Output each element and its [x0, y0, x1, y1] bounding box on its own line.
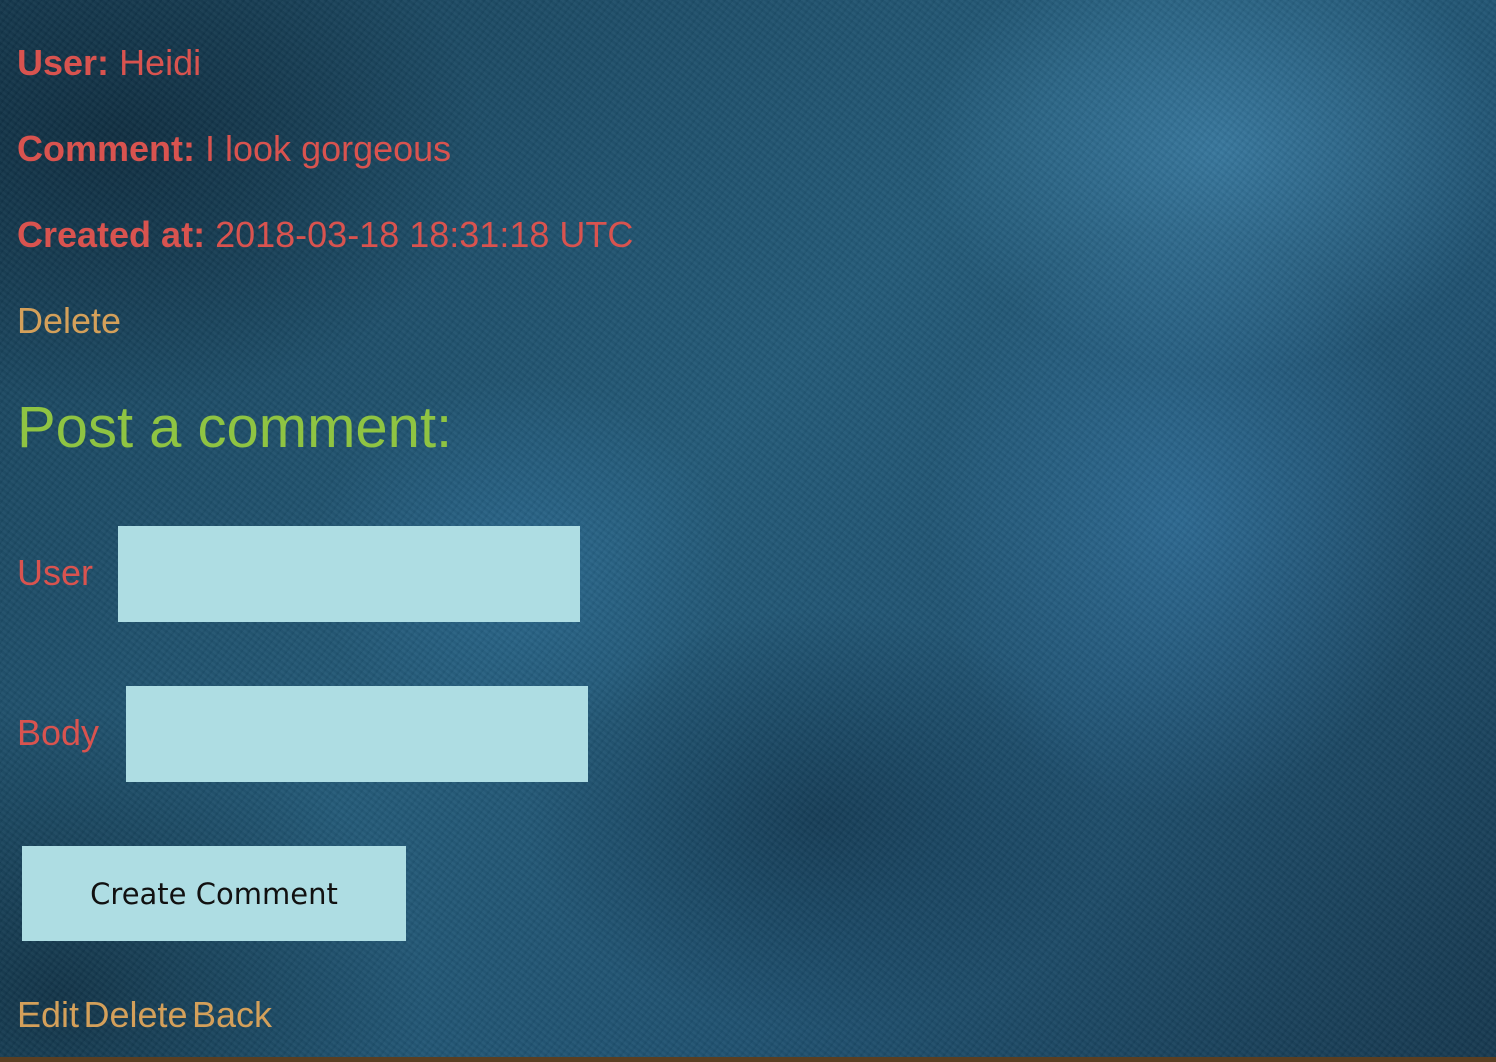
bottom-border [0, 1057, 1496, 1062]
delete-link[interactable]: Delete [84, 994, 188, 1035]
comment-user-line: User: Heidi [17, 42, 201, 84]
comment-body-label: Comment: [17, 128, 195, 169]
comment-body-line: Comment: I look gorgeous [17, 128, 451, 170]
body-input[interactable] [126, 686, 588, 782]
edit-link[interactable]: Edit [17, 994, 79, 1035]
post-comment-heading: Post a comment: [17, 395, 453, 460]
create-comment-button[interactable]: Create Comment [22, 846, 406, 941]
body-field-label: Body [17, 712, 100, 753]
comment-user-label: User: [17, 42, 110, 83]
comment-created-value: 2018-03-18 18:31:18 UTC [215, 214, 634, 255]
comment-created-line: Created at: 2018-03-18 18:31:18 UTC [17, 214, 633, 256]
comment-user-value: Heidi [119, 42, 202, 83]
delete-comment-link[interactable]: Delete [17, 300, 121, 342]
footer-links: Edit Delete Back [17, 994, 272, 1036]
comment-created-label: Created at: [17, 214, 206, 255]
back-link[interactable]: Back [192, 994, 272, 1035]
user-field-label: User [17, 552, 94, 593]
user-input[interactable] [118, 526, 580, 622]
comment-body-value: I look gorgeous [205, 128, 452, 169]
